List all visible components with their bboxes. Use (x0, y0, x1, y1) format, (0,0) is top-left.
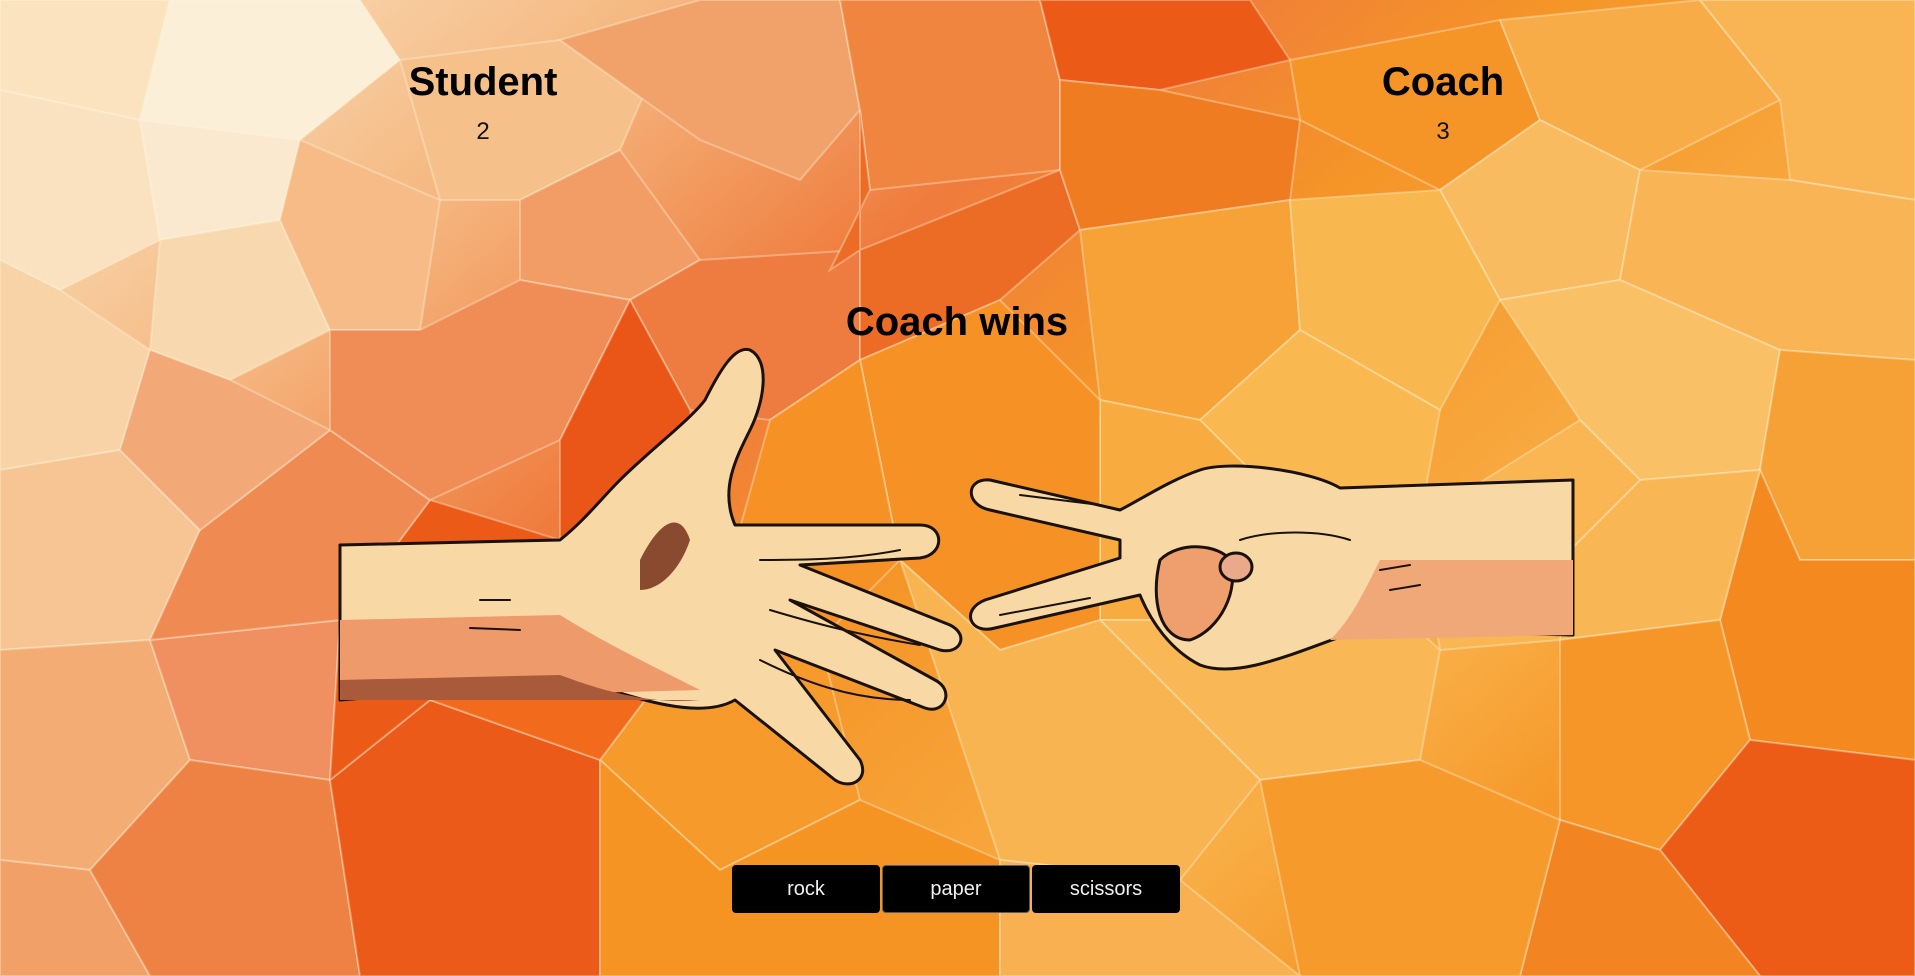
paper-button[interactable]: paper (882, 865, 1030, 913)
rock-button[interactable]: rock (732, 865, 880, 913)
coach-scissors-hand-icon (969, 464, 1575, 671)
move-controls: rock paper scissors (732, 865, 1180, 913)
hands-layer (338, 347, 1575, 786)
student-paper-hand-icon (338, 347, 963, 786)
scissors-button[interactable]: scissors (1032, 865, 1180, 913)
